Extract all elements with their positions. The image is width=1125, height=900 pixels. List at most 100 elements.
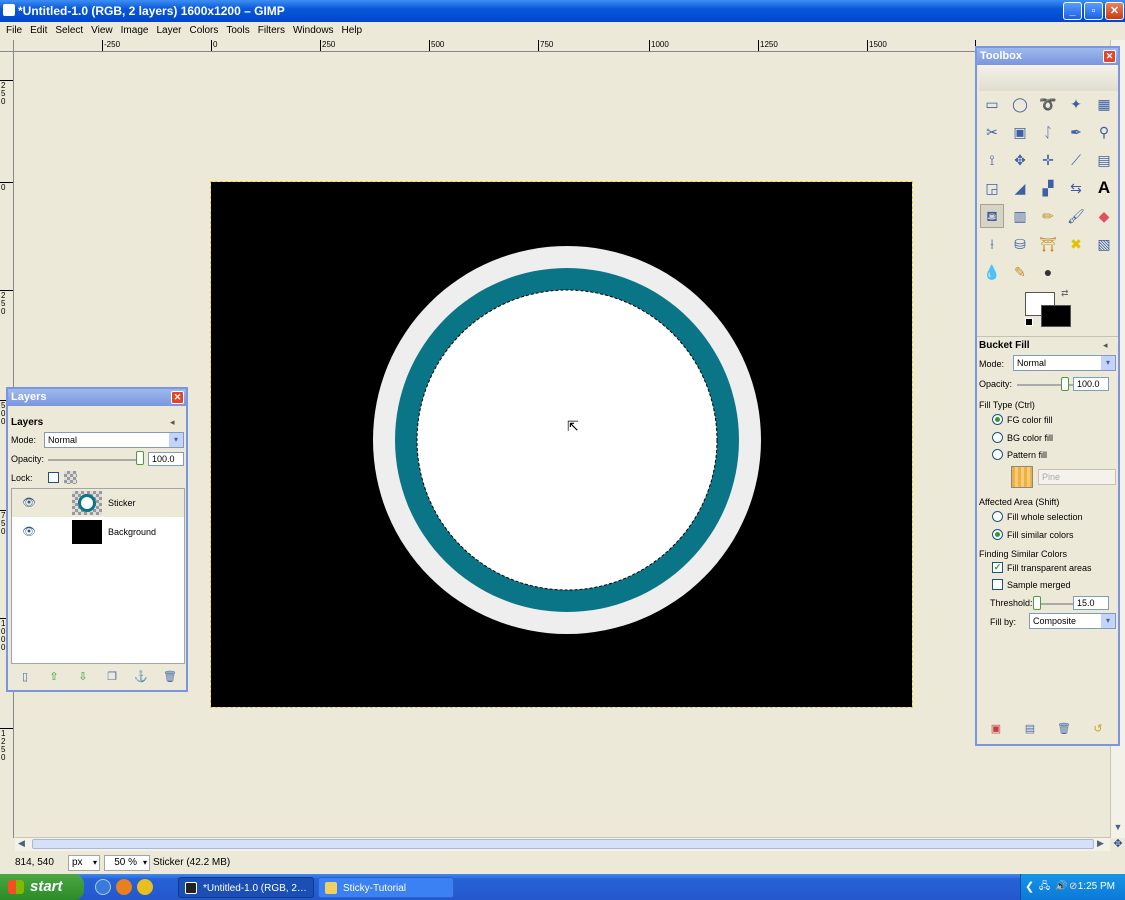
fill-opacity-input[interactable]: 100.0	[1073, 377, 1109, 391]
background-color-swatch[interactable]	[1041, 305, 1071, 327]
anchor-layer-icon[interactable]: ⚓	[134, 670, 148, 684]
threshold-knob[interactable]	[1033, 596, 1041, 610]
select-by-color-tool-icon[interactable]: ▦	[1092, 92, 1116, 116]
ruler-corner-button[interactable]	[0, 40, 14, 52]
layers-opacity-knob[interactable]	[136, 451, 144, 465]
clone-tool-icon[interactable]: ⛩	[1036, 232, 1060, 256]
fill-mode-select[interactable]: Normal ▾	[1013, 355, 1116, 371]
menu-select[interactable]: Select	[51, 22, 87, 40]
fg-color-fill-radio[interactable]	[992, 414, 1003, 425]
perspective-tool-icon[interactable]: ▞	[1036, 176, 1060, 200]
blend-tool-icon[interactable]: ▥	[1008, 204, 1032, 228]
paths-tool-icon[interactable]: ᛇ	[1036, 120, 1060, 144]
fill-similar-colors-radio[interactable]	[992, 529, 1003, 540]
zoom-select[interactable]: 50 % ▾	[104, 855, 150, 871]
delete-options-icon[interactable]: 🗑	[1057, 722, 1071, 736]
layers-dialog-title[interactable]: Layers ✕	[8, 389, 186, 406]
default-colors-icon[interactable]	[1025, 318, 1033, 326]
lower-layer-icon[interactable]: ⇩	[76, 670, 90, 684]
menu-windows[interactable]: Windows	[289, 22, 338, 40]
measure-tool-icon[interactable]: ⟟	[980, 148, 1004, 172]
menu-tools[interactable]: Tools	[222, 22, 253, 40]
rect-select-tool-icon[interactable]: ▭	[980, 92, 1004, 116]
close-button[interactable]: ✕	[1105, 2, 1124, 20]
flip-tool-icon[interactable]: ⇆	[1064, 176, 1088, 200]
move-tool-icon[interactable]: ✥	[1008, 148, 1032, 172]
task-sticky-tutorial[interactable]: Sticky-Tutorial	[318, 877, 454, 898]
layers-close-icon[interactable]: ✕	[171, 391, 184, 404]
menu-view[interactable]: View	[87, 22, 117, 40]
lock-pixels-checkbox[interactable]	[48, 472, 59, 483]
scroll-left-icon[interactable]: ◀	[18, 838, 30, 850]
align-tool-icon[interactable]: ✛	[1036, 148, 1060, 172]
menu-filters[interactable]: Filters	[254, 22, 289, 40]
free-select-tool-icon[interactable]: ➰	[1036, 92, 1060, 116]
rotate-tool-icon[interactable]: ▤	[1092, 148, 1116, 172]
fill-whole-selection-radio[interactable]	[992, 511, 1003, 522]
menu-image[interactable]: Image	[117, 22, 153, 40]
new-layer-icon[interactable]: ▯	[18, 670, 32, 684]
menu-layer[interactable]: Layer	[152, 22, 185, 40]
eraser-tool-icon[interactable]: ◆	[1092, 204, 1116, 228]
scroll-down-icon[interactable]: ▼	[1111, 822, 1125, 836]
bucket-fill-tool-icon[interactable]: ⛾	[980, 204, 1004, 228]
color-picker-tool-icon[interactable]: ✒	[1064, 120, 1088, 144]
security-alert-icon[interactable]: ⊘	[1069, 874, 1077, 900]
scroll-right-icon[interactable]: ▶	[1097, 838, 1109, 850]
media-player-quicklaunch-icon[interactable]	[137, 879, 153, 895]
horizontal-scroll-thumb[interactable]	[32, 839, 1094, 849]
start-button[interactable]: start	[0, 874, 84, 900]
horizontal-ruler[interactable]: -250 0 250 500 750 1000 1250 1500 1750	[14, 40, 976, 52]
dodge-burn-tool-icon[interactable]: ●	[1036, 260, 1060, 284]
bg-color-fill-radio[interactable]	[992, 432, 1003, 443]
wilber-drop-area[interactable]	[979, 65, 1118, 91]
sample-merged-checkbox[interactable]	[992, 579, 1003, 590]
scissors-select-tool-icon[interactable]: ✂	[980, 120, 1004, 144]
layers-mode-select[interactable]: Normal ▾	[44, 432, 184, 448]
ie-quicklaunch-icon[interactable]	[95, 879, 111, 895]
toolbox-close-icon[interactable]: ✕	[1103, 50, 1116, 63]
save-options-icon[interactable]: ▣	[989, 722, 1003, 736]
firefox-quicklaunch-icon[interactable]	[116, 879, 132, 895]
shear-tool-icon[interactable]: ◢	[1008, 176, 1032, 200]
threshold-slider[interactable]	[1037, 603, 1073, 605]
heal-tool-icon[interactable]: ✖	[1064, 232, 1088, 256]
layers-opacity-input[interactable]: 100.0	[148, 452, 184, 466]
toolbox-title[interactable]: Toolbox ✕	[977, 48, 1118, 65]
eye-icon[interactable]: 👁	[22, 496, 36, 509]
menu-help[interactable]: Help	[338, 22, 367, 40]
menu-colors[interactable]: Colors	[185, 22, 222, 40]
duplicate-layer-icon[interactable]: ❐	[105, 670, 119, 684]
layers-opacity-slider[interactable]	[48, 459, 140, 461]
raise-layer-icon[interactable]: ⇧	[47, 670, 61, 684]
pattern-preview[interactable]	[1011, 466, 1033, 488]
pattern-fill-radio[interactable]	[992, 449, 1003, 460]
menu-file[interactable]: File	[0, 22, 26, 40]
paintbrush-tool-icon[interactable]: 🖌	[1064, 204, 1088, 228]
minimize-button[interactable]: _	[1063, 2, 1082, 20]
volume-icon[interactable]: 🔊	[1055, 874, 1067, 900]
tab-menu-icon[interactable]: ◂	[1103, 340, 1108, 351]
restore-options-icon[interactable]: ▤	[1023, 722, 1037, 736]
ellipse-select-tool-icon[interactable]: ◯	[1008, 92, 1032, 116]
pencil-tool-icon[interactable]: ✏	[1036, 204, 1060, 228]
maximize-button[interactable]: ▫	[1084, 2, 1103, 20]
unit-select[interactable]: px ▾	[68, 855, 100, 871]
scale-tool-icon[interactable]: ◲	[980, 176, 1004, 200]
zoom-tool-icon[interactable]: ⚲	[1092, 120, 1116, 144]
blur-tool-icon[interactable]: 💧	[980, 260, 1004, 284]
threshold-input[interactable]: 15.0	[1073, 596, 1109, 610]
menu-edit[interactable]: Edit	[26, 22, 51, 40]
swap-colors-icon[interactable]: ⇄	[1061, 288, 1069, 299]
fill-opacity-knob[interactable]	[1061, 377, 1069, 391]
airbrush-tool-icon[interactable]: ⟊	[980, 232, 1004, 256]
foreground-select-tool-icon[interactable]: ▣	[1008, 120, 1032, 144]
eye-icon[interactable]: 👁	[22, 525, 36, 538]
task-gimp[interactable]: *Untitled-1.0 (RGB, 2…	[178, 877, 314, 898]
delete-layer-icon[interactable]: 🗑	[163, 670, 177, 684]
window-title-bar[interactable]: *Untitled-1.0 (RGB, 2 layers) 1600x1200 …	[0, 0, 1125, 22]
network-icon[interactable]: 🖧	[1039, 874, 1050, 900]
tab-menu-icon[interactable]: ◂	[170, 417, 175, 428]
lock-alpha-icon[interactable]	[64, 471, 77, 484]
crop-tool-icon[interactable]: ⟋	[1064, 148, 1088, 172]
